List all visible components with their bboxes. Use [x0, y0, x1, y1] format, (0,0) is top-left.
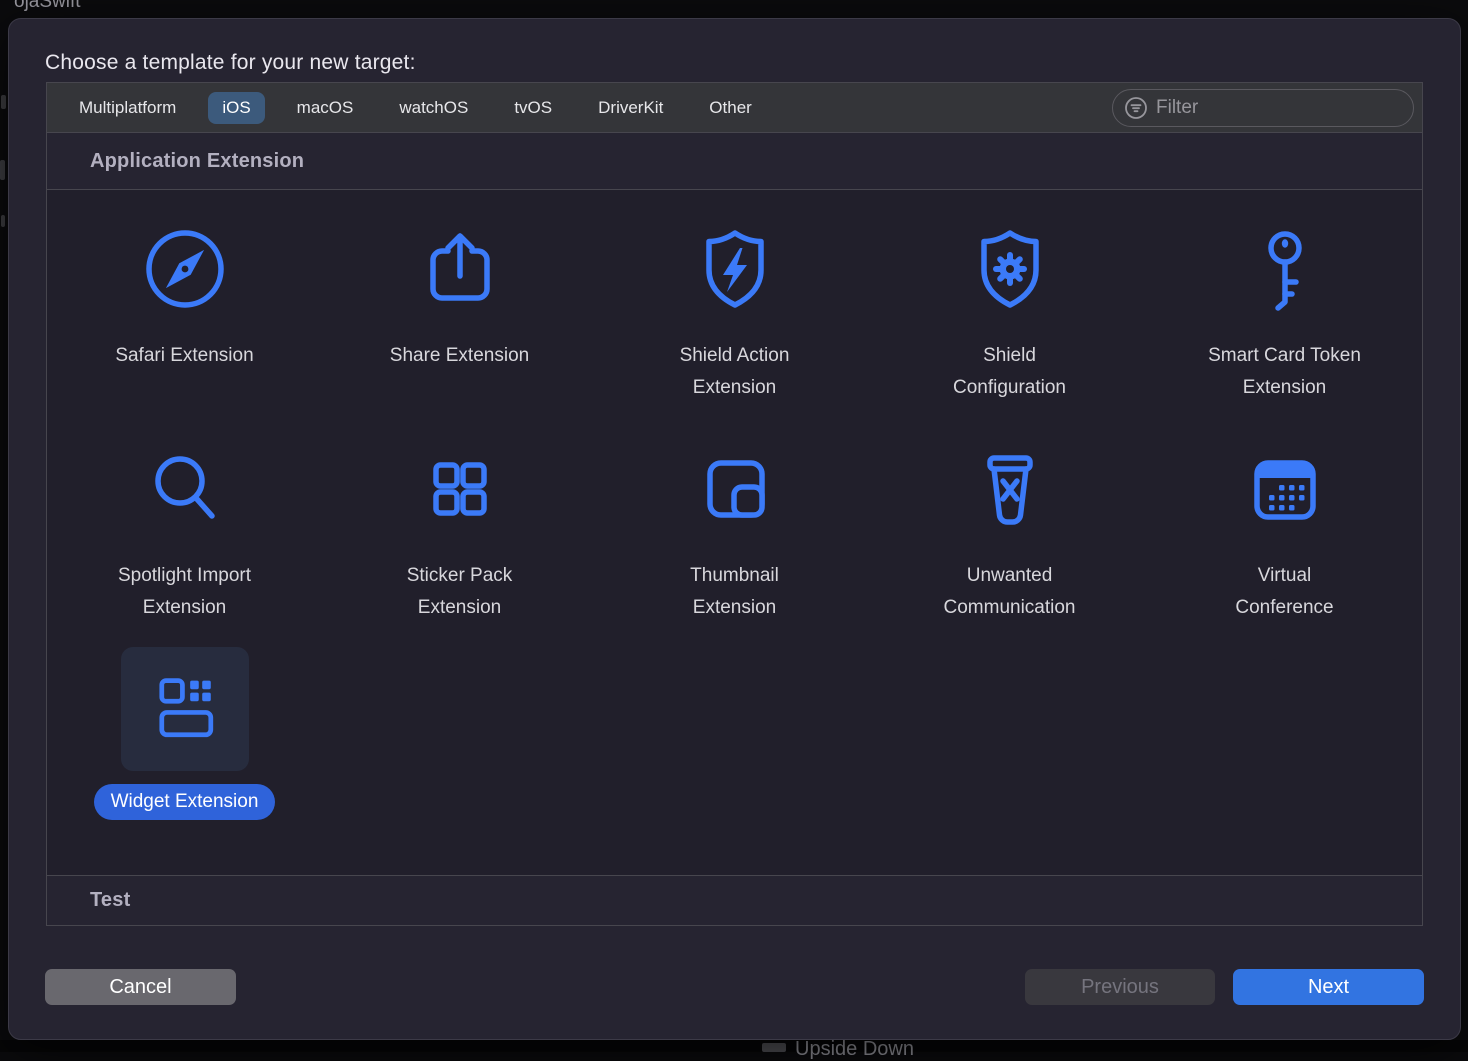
tab-tvos[interactable]: tvOS [514, 98, 552, 118]
section-header-test: Test [47, 875, 1422, 925]
template-label: Share Extension [390, 340, 529, 372]
template-unwanted-communication[interactable]: Unwanted Communication [872, 444, 1147, 644]
previous-button[interactable]: Previous [1025, 969, 1215, 1005]
selected-template-tile[interactable] [121, 647, 249, 771]
template-grid: Safari Extension Share Extension [47, 190, 1422, 875]
tab-multiplatform[interactable]: Multiplatform [79, 98, 176, 118]
template-chooser-panel: Multiplatform iOS macOS watchOS tvOS Dri… [46, 82, 1423, 926]
template-thumbnail-extension[interactable]: Thumbnail Extension [597, 444, 872, 644]
magnifier-icon [140, 444, 230, 534]
thumbnail-icon [690, 444, 780, 534]
key-icon [1240, 224, 1330, 314]
background-artifact [1, 95, 6, 109]
background-menu-item-text: Upside Down [795, 1038, 914, 1061]
shield-gear-icon [965, 224, 1055, 314]
background-artifact [1, 215, 5, 227]
template-label: Virtual Conference [1235, 560, 1333, 624]
cancel-button[interactable]: Cancel [45, 969, 236, 1005]
widget-icon [142, 664, 228, 754]
template-spotlight-import-extension[interactable]: Spotlight Import Extension [47, 444, 322, 644]
background-window-text: ojaSwift [14, 0, 81, 13]
template-label: Sticker Pack Extension [407, 560, 513, 624]
grid-squares-icon [415, 444, 505, 534]
basket-x-icon [965, 444, 1055, 534]
tab-driverkit[interactable]: DriverKit [598, 98, 663, 118]
tab-watchos[interactable]: watchOS [399, 98, 468, 118]
conference-pad-icon [1240, 444, 1330, 534]
tab-macos[interactable]: macOS [297, 98, 354, 118]
tab-other[interactable]: Other [709, 98, 752, 118]
template-virtual-conference[interactable]: Virtual Conference [1147, 444, 1422, 644]
safari-compass-icon [140, 224, 230, 314]
template-label: Shield Configuration [953, 340, 1066, 404]
template-share-extension[interactable]: Share Extension [322, 224, 597, 444]
selected-template-label: Widget Extension [94, 784, 276, 820]
template-label: Shield Action Extension [680, 340, 790, 404]
new-target-template-dialog: Choose a template for your new target: M… [8, 18, 1461, 1040]
filter-icon [1124, 96, 1148, 120]
template-label: Safari Extension [115, 340, 253, 372]
template-widget-extension-selected[interactable]: Widget Extension [47, 647, 322, 875]
section-header-application-extension: Application Extension [47, 133, 1422, 190]
template-label: Unwanted Communication [944, 560, 1076, 624]
shield-bolt-icon [690, 224, 780, 314]
template-sticker-pack-extension[interactable]: Sticker Pack Extension [322, 444, 597, 644]
background-checkmark-remnant [762, 1043, 786, 1052]
background-artifact [0, 160, 5, 180]
template-safari-extension[interactable]: Safari Extension [47, 224, 322, 444]
share-icon [415, 224, 505, 314]
template-shield-action-extension[interactable]: Shield Action Extension [597, 224, 872, 444]
template-label: Thumbnail Extension [690, 560, 779, 624]
template-smart-card-token-extension[interactable]: Smart Card Token Extension [1147, 224, 1422, 444]
next-button[interactable]: Next [1233, 969, 1424, 1005]
filter-input[interactable] [1156, 97, 1402, 119]
template-label: Spotlight Import Extension [118, 560, 251, 624]
template-shield-configuration[interactable]: Shield Configuration [872, 224, 1147, 444]
template-label: Smart Card Token Extension [1208, 340, 1361, 404]
platform-tab-bar: Multiplatform iOS macOS watchOS tvOS Dri… [47, 83, 1422, 133]
tab-ios[interactable]: iOS [208, 92, 264, 124]
dialog-title: Choose a template for your new target: [45, 51, 416, 75]
filter-field[interactable] [1112, 89, 1414, 127]
background-window-strip [0, 1040, 1468, 1052]
